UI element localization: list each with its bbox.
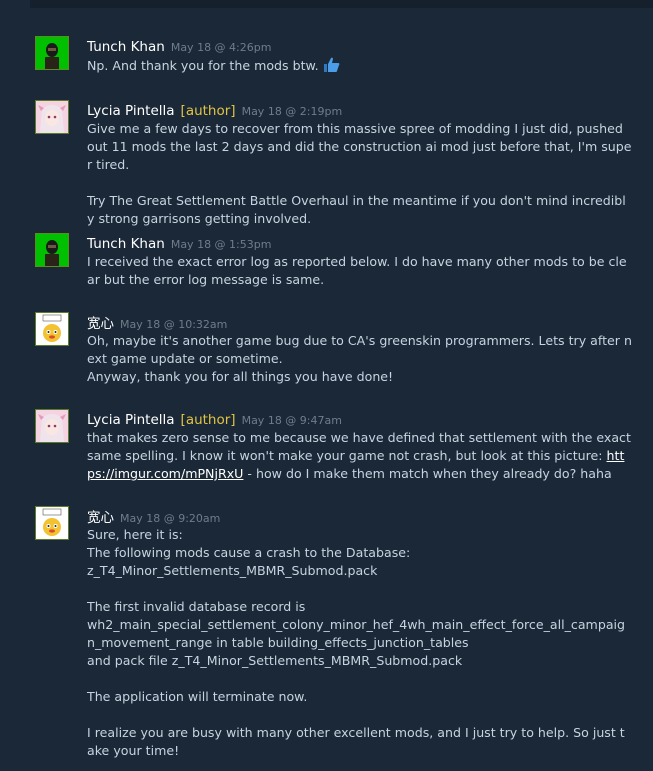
author-badge: [author]: [180, 103, 236, 119]
comment-input-bar: [30, 0, 653, 8]
anime-girl-avatar-icon[interactable]: [35, 100, 69, 134]
soldier-avatar-icon[interactable]: [35, 36, 69, 70]
comment-body-continued: - how do I make them match when they alr…: [243, 466, 612, 481]
comment-header: 宽心 May 18 @ 10:32am: [87, 312, 227, 332]
anime-girl-avatar-icon[interactable]: [35, 409, 69, 443]
comment-body: Np. And thank you for the mods btw.: [87, 58, 319, 73]
thumbs-up-icon: [323, 56, 341, 79]
comment-timestamp: May 18 @ 4:26pm: [170, 41, 272, 54]
comment-author[interactable]: Tunch Khan: [87, 39, 165, 55]
comment-header: Tunch Khan May 18 @ 1:53pm: [87, 233, 271, 252]
cartoon-face-avatar-icon[interactable]: [35, 312, 69, 346]
author-badge: [author]: [180, 412, 236, 428]
comment-timestamp: May 18 @ 1:53pm: [170, 238, 272, 251]
comment-text: I received the exact error log as report…: [87, 254, 627, 287]
comment-timestamp: May 18 @ 9:47am: [241, 414, 342, 427]
comment-header: Lycia Pintella [author] May 18 @ 9:47am: [87, 409, 342, 428]
comment-text: Sure, here it is: The following mods cau…: [87, 527, 626, 758]
comment-timestamp: May 18 @ 10:32am: [120, 318, 228, 331]
comment-timestamp: May 18 @ 2:19pm: [241, 105, 343, 118]
comment-header: Tunch Khan May 18 @ 4:26pm: [87, 36, 271, 55]
comment-body: that makes zero sense to me because we h…: [87, 430, 635, 463]
soldier-avatar-icon[interactable]: [35, 233, 69, 267]
comment-text: Oh, maybe it's another game bug due to C…: [87, 333, 632, 384]
comment-text: that makes zero sense to me because we h…: [87, 429, 632, 483]
comment-author[interactable]: 宽心: [87, 510, 114, 526]
comment-text: Np. And thank you for the mods btw.: [87, 56, 632, 79]
comment-text: Give me a few days to recover from this …: [87, 121, 632, 226]
comment-header: Lycia Pintella [author] May 18 @ 2:19pm: [87, 100, 342, 119]
comment-header: 宽心 May 18 @ 9:20am: [87, 506, 220, 526]
cartoon-face-avatar-icon[interactable]: [35, 506, 69, 540]
comment-author[interactable]: Lycia Pintella: [87, 412, 175, 428]
comment-author[interactable]: Tunch Khan: [87, 236, 165, 252]
comment-author[interactable]: Lycia Pintella: [87, 103, 175, 119]
comment-author[interactable]: 宽心: [87, 316, 114, 332]
comment-timestamp: May 18 @ 9:20am: [120, 512, 221, 525]
